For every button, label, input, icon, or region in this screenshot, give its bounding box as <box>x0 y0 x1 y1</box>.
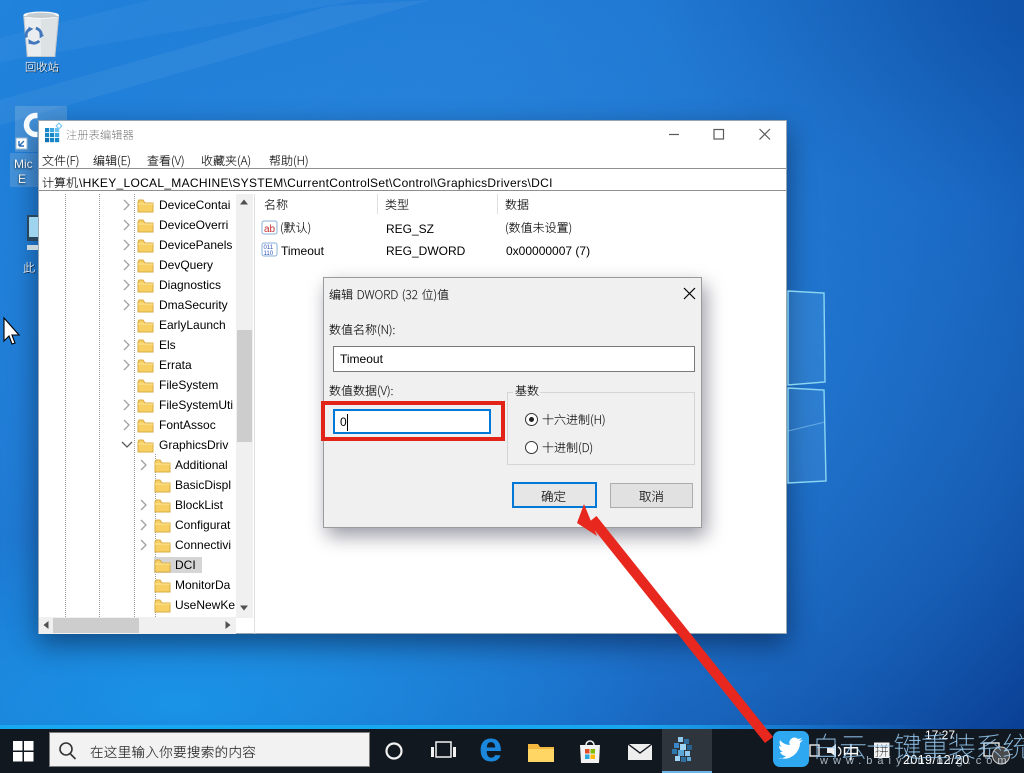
svg-text:ab: ab <box>264 224 276 235</box>
svg-text:110: 110 <box>264 251 274 257</box>
svg-text:www.baiyun.org.com: www.baiyun.org.com <box>819 755 1012 767</box>
svg-text:e: e <box>479 723 502 770</box>
